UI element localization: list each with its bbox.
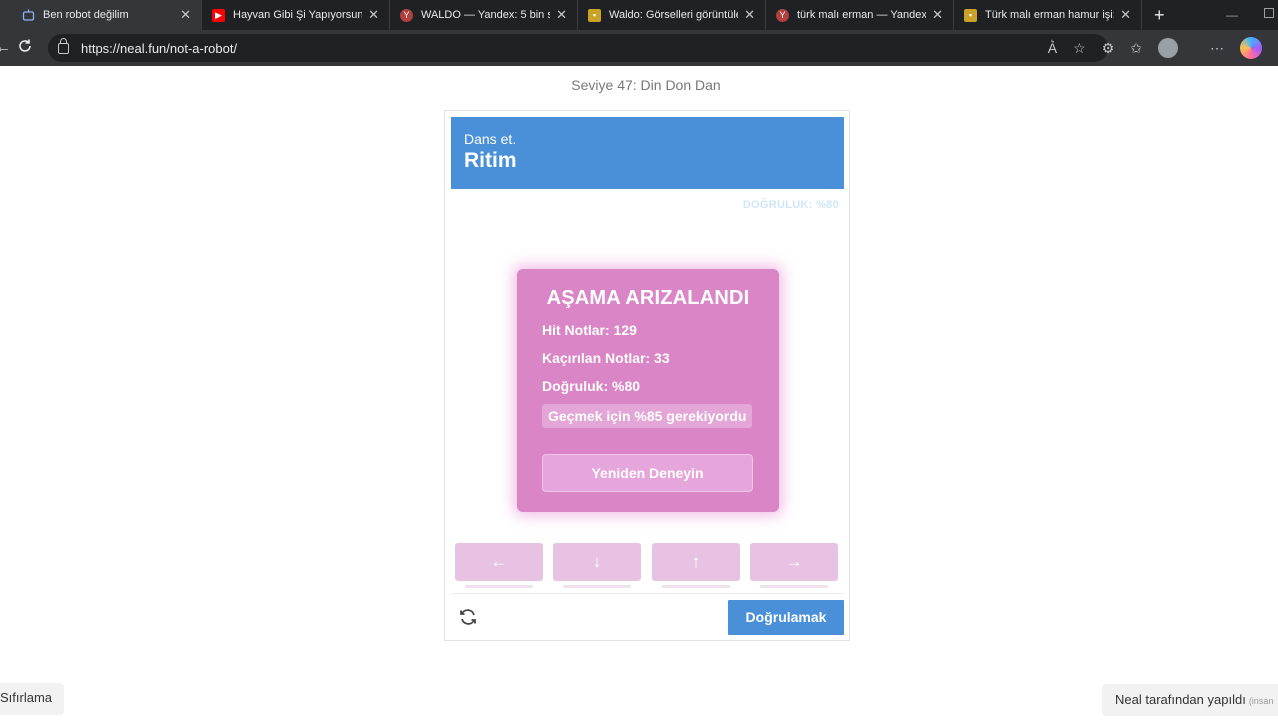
url-field[interactable]: https://neal.fun/not-a-robot/	[48, 34, 1108, 62]
tab-title: Türk malı erman hamur işi: C	[985, 9, 1115, 21]
hit-line	[563, 585, 631, 588]
tab-2[interactable]: Y WALDO — Yandex: 5 bin so ✕	[390, 0, 578, 30]
tab-title: Hayvan Gibi Şi Yapıyorsunu	[233, 9, 363, 21]
hit-line	[465, 585, 533, 588]
captcha-instruction: Dans et.	[464, 131, 517, 147]
extensions-icon[interactable]: ⚙	[1102, 40, 1115, 57]
hit-line	[760, 585, 828, 588]
left-arrow-key[interactable]: ←	[455, 543, 543, 588]
lock-icon[interactable]	[58, 37, 69, 54]
tab-strip: Ben robot değilim ✕ ▶ Hayvan Gibi Şi Yap…	[0, 0, 1278, 30]
requirement-badge: Geçmek için %85 gerekiyordu	[542, 404, 753, 428]
minimize-icon[interactable]: —	[1226, 8, 1238, 22]
verify-button[interactable]: Doğrulamak	[728, 600, 844, 635]
url-text[interactable]: https://neal.fun/not-a-robot/	[81, 41, 237, 56]
address-bar-actions: A͛ ☆ ⚙ ✩ ⋯	[1048, 30, 1278, 66]
favorite-star-icon[interactable]: ☆	[1073, 40, 1086, 57]
arrow-key-row: ← ↓ ↑ →	[455, 543, 839, 593]
missed-notes-stat: Kaçırılan Notlar: 33	[542, 350, 670, 366]
tab-1[interactable]: ▶ Hayvan Gibi Şi Yapıyorsunu ✕	[202, 0, 390, 30]
accuracy-indicator: DOĞRULUK: %80	[742, 199, 839, 211]
hit-notes-stat: Hit Notlar: 129	[542, 322, 637, 338]
reset-label: Sıfırlama	[0, 690, 53, 705]
credit-badge[interactable]: Neal tarafından yapıldı (insan	[1102, 684, 1278, 716]
arrow-left-icon: ←	[490, 552, 508, 571]
tab-3[interactable]: ▪ Waldo: Görselleri görüntüle ✕	[578, 0, 766, 30]
credit-small: (insan	[1248, 696, 1274, 706]
yandex-icon: Y	[400, 8, 413, 22]
tab-0[interactable]: Ben robot değilim ✕	[0, 0, 202, 30]
reset-button[interactable]: Sıfırlama	[0, 683, 65, 715]
avatar[interactable]	[1158, 38, 1178, 58]
tab-5[interactable]: ▪ Türk malı erman hamur işi: C ✕	[954, 0, 1142, 30]
right-arrow-key[interactable]: →	[750, 543, 838, 588]
favorites-icon[interactable]: ✩	[1130, 40, 1142, 57]
close-icon[interactable]: ✕	[1120, 7, 1131, 23]
robot-page-icon	[22, 9, 35, 22]
images-icon: ▪	[964, 8, 977, 22]
yandex-icon: Y	[776, 8, 789, 22]
back-icon[interactable]: ←	[0, 39, 12, 57]
stage-failed-dialog: AŞAMA ARIZALANDI Hit Notlar: 129 Kaçırıl…	[517, 269, 779, 512]
arrow-up-icon: ↑	[691, 552, 701, 571]
captcha-title: Ritim	[464, 149, 517, 172]
copilot-icon[interactable]	[1240, 37, 1262, 59]
divider	[451, 593, 844, 594]
tab-title: türk malı erman — Yandex: 1	[797, 9, 927, 21]
up-arrow-key[interactable]: ↑	[652, 543, 740, 588]
retry-button[interactable]: Yeniden Deneyin	[542, 454, 753, 492]
arrow-down-icon: ↓	[592, 552, 602, 571]
credit-label: Neal tarafından yapıldı	[1115, 692, 1246, 707]
address-bar-row: ← https://neal.fun/not-a-robot/ A͛ ☆ ⚙ ✩…	[0, 30, 1278, 66]
maximize-icon[interactable]	[1264, 8, 1274, 18]
dialog-heading: AŞAMA ARIZALANDI	[546, 287, 750, 309]
captcha-widget: Dans et. Ritim DOĞRULUK: %80 AŞAMA ARIZA…	[444, 110, 850, 641]
captcha-header: Dans et. Ritim	[451, 117, 844, 189]
more-menu-icon[interactable]: ⋯	[1210, 40, 1224, 57]
close-icon[interactable]: ✕	[744, 7, 755, 23]
tab-title: Waldo: Görselleri görüntüle	[609, 9, 739, 21]
refresh-icon[interactable]	[457, 606, 479, 628]
new-tab-button[interactable]: +	[1154, 5, 1165, 26]
close-icon[interactable]: ✕	[556, 7, 567, 23]
close-icon[interactable]: ✕	[180, 7, 191, 23]
images-icon: ▪	[588, 8, 601, 22]
close-icon[interactable]: ✕	[368, 7, 379, 23]
youtube-icon: ▶	[212, 8, 225, 22]
hit-line	[662, 585, 730, 588]
level-subtitle: Seviye 47: Din Don Dan	[571, 77, 721, 93]
arrow-right-icon: →	[785, 552, 803, 571]
read-aloud-icon[interactable]: A͛	[1048, 40, 1057, 56]
tab-title: Ben robot değilim	[43, 9, 129, 21]
tab-title: WALDO — Yandex: 5 bin so	[421, 9, 551, 21]
tab-4[interactable]: Y türk malı erman — Yandex: 1 ✕	[766, 0, 954, 30]
reload-icon[interactable]	[16, 38, 34, 59]
accuracy-stat: Doğruluk: %80	[542, 378, 641, 394]
down-arrow-key[interactable]: ↓	[553, 543, 641, 588]
close-icon[interactable]: ✕	[932, 7, 943, 23]
